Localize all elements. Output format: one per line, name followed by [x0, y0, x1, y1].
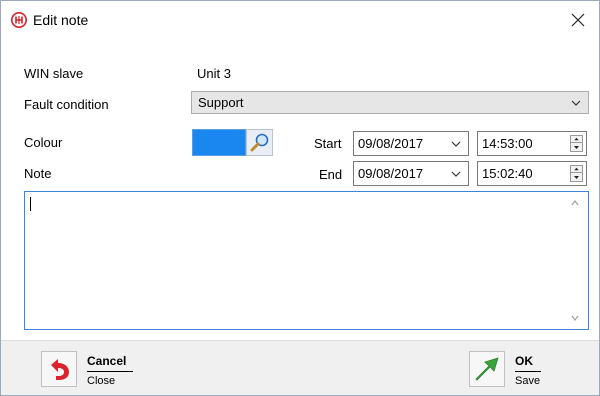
- ok-sublabel: Save: [515, 375, 541, 387]
- fault-condition-label: Fault condition: [24, 97, 109, 112]
- scroll-up-icon[interactable]: [570, 198, 580, 208]
- ok-label: OK: [515, 354, 533, 368]
- scroll-down-icon[interactable]: [570, 313, 580, 323]
- start-label: Start: [314, 136, 342, 151]
- fault-condition-select[interactable]: Support: [191, 91, 589, 114]
- title-bar: Edit note: [1, 1, 599, 41]
- note-textarea[interactable]: [24, 191, 589, 330]
- end-label: End: [319, 167, 343, 182]
- start-time-value: 14:53:00: [482, 136, 533, 151]
- colour-picker-button[interactable]: [246, 129, 273, 156]
- fault-condition-value: Support: [198, 95, 244, 110]
- start-date-value: 09/08/2017: [358, 136, 424, 151]
- colour-label: Colour: [24, 135, 63, 150]
- note-label: Note: [24, 166, 52, 181]
- text-caret: [30, 197, 31, 211]
- magnifier-icon: [250, 133, 269, 152]
- win-slave-label: WIN slave: [24, 66, 84, 81]
- ok-button[interactable]: OK Save: [469, 351, 579, 391]
- green-arrow-icon: [469, 351, 505, 387]
- cancel-divider: [87, 371, 133, 372]
- chevron-down-icon: [571, 100, 581, 106]
- chevron-down-icon: [451, 141, 461, 147]
- close-icon[interactable]: [567, 9, 589, 31]
- colour-swatch[interactable]: [192, 129, 246, 156]
- spin-down-icon[interactable]: [571, 144, 582, 151]
- spin-up-icon[interactable]: [571, 166, 582, 173]
- end-time-field[interactable]: 15:02:40: [477, 161, 587, 186]
- win-slave-value: Unit 3: [197, 66, 231, 81]
- dialog-footer: Cancel Close OK Save: [1, 340, 599, 395]
- spin-down-icon[interactable]: [571, 174, 582, 181]
- cancel-button[interactable]: Cancel Close: [41, 351, 151, 391]
- start-date-picker[interactable]: 09/08/2017: [353, 131, 469, 156]
- end-date-picker[interactable]: 09/08/2017: [353, 161, 469, 186]
- undo-arrow-icon: [41, 351, 77, 387]
- ok-divider: [515, 371, 541, 372]
- end-time-spinner[interactable]: [570, 165, 583, 182]
- app-logo-icon: [11, 12, 27, 28]
- end-date-value: 09/08/2017: [358, 166, 424, 181]
- edit-note-dialog: Edit note WIN slave Unit 3 Fault conditi…: [0, 0, 600, 396]
- cancel-sublabel: Close: [87, 375, 116, 387]
- cancel-label: Cancel: [87, 354, 127, 368]
- spin-up-icon[interactable]: [571, 136, 582, 143]
- chevron-down-icon: [451, 171, 461, 177]
- end-time-value: 15:02:40: [482, 166, 533, 181]
- start-time-field[interactable]: 14:53:00: [477, 131, 587, 156]
- start-time-spinner[interactable]: [570, 135, 583, 152]
- window-title: Edit note: [33, 12, 89, 28]
